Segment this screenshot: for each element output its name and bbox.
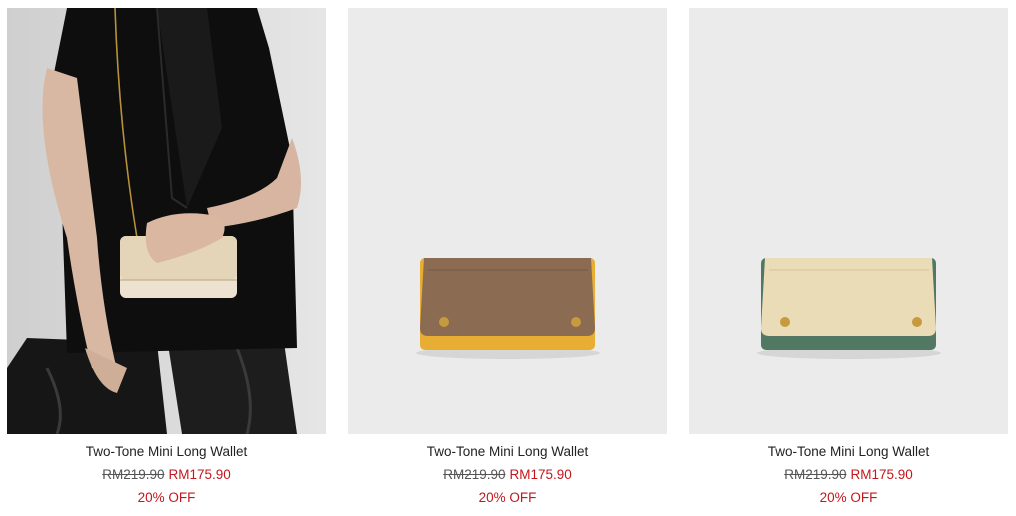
discount-label: 20% OFF xyxy=(137,490,196,505)
product-card[interactable]: Two-Tone Mini Long Wallet RM219.90 RM175.… xyxy=(7,8,326,506)
original-price: RM219.90 xyxy=(443,467,506,482)
product-card[interactable]: Two-Tone Mini Long Wallet RM219.90 RM175.… xyxy=(348,8,667,506)
discount-label: 20% OFF xyxy=(819,490,878,505)
model-photo xyxy=(7,8,326,434)
product-name[interactable]: Two-Tone Mini Long Wallet xyxy=(348,444,667,460)
discount-label: 20% OFF xyxy=(478,490,537,505)
product-name[interactable]: Two-Tone Mini Long Wallet xyxy=(7,444,326,460)
product-image[interactable] xyxy=(7,8,326,434)
product-image[interactable] xyxy=(348,8,667,434)
product-image[interactable] xyxy=(689,8,1008,434)
original-price: RM219.90 xyxy=(784,467,847,482)
sale-price: RM175.90 xyxy=(850,467,913,482)
product-price: RM219.90 RM175.90 xyxy=(689,467,1008,483)
product-price: RM219.90 RM175.90 xyxy=(348,467,667,483)
wallet-photo xyxy=(416,258,600,359)
original-price: RM219.90 xyxy=(102,467,165,482)
sale-price: RM175.90 xyxy=(168,467,231,482)
wallet-photo xyxy=(757,258,941,359)
product-card[interactable]: Two-Tone Mini Long Wallet RM219.90 RM175.… xyxy=(689,8,1008,506)
sale-price: RM175.90 xyxy=(509,467,572,482)
product-price: RM219.90 RM175.90 xyxy=(7,467,326,483)
product-name[interactable]: Two-Tone Mini Long Wallet xyxy=(689,444,1008,460)
